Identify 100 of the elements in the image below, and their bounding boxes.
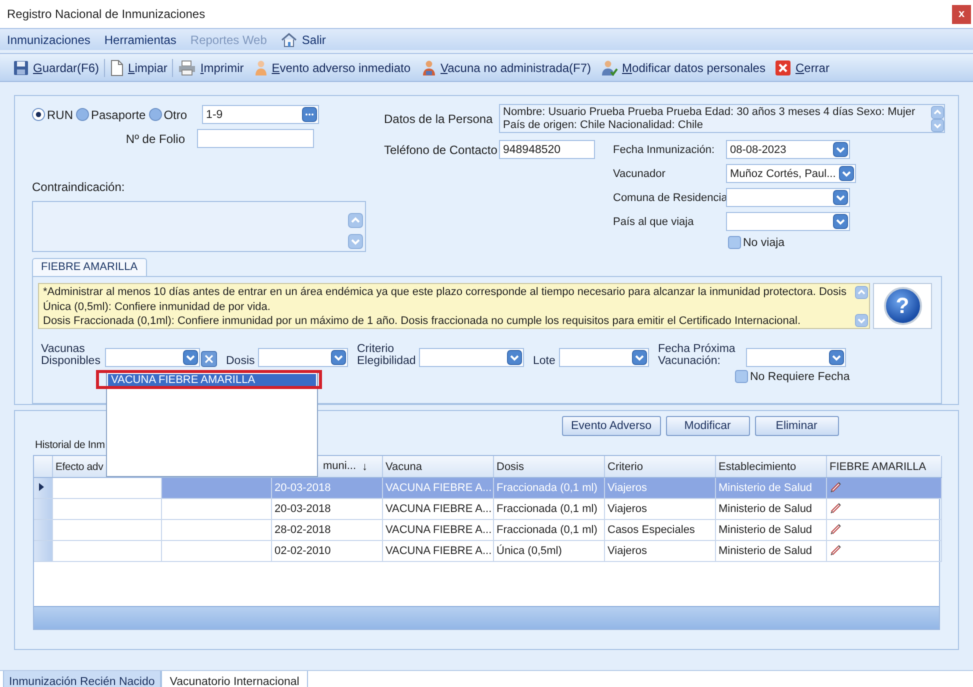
note-text: *Administrar al menos 10 días antes de entrar en un área endémica ya que este plazo corresponde al tiempo necesario para alcanzar la inmunidad protectora. Dosis Única (0,5ml): Confiere inmunidad de por vida. (43, 285, 848, 314)
dropdown-button[interactable] (183, 350, 198, 365)
table-cell: Casos Especiales (604, 520, 715, 540)
field-label: Nº de Folio (124, 132, 185, 146)
table-cell: Fraccionada (0,1 ml) (493, 520, 604, 540)
field-label: Fecha Inmunización: (613, 144, 716, 156)
column-header[interactable]: FIEBRE AMARILLA (826, 456, 941, 478)
toolbar-button[interactable]: Limpiar (105, 56, 172, 78)
sort-arrow[interactable]: ↓ (362, 461, 368, 473)
syringe-icon (830, 544, 842, 556)
radio-button[interactable] (148, 108, 162, 121)
dropdown-field[interactable]: 08-08-2023 (726, 140, 850, 159)
dropdown-field[interactable] (726, 188, 850, 207)
radio-label: RUN (47, 108, 73, 122)
dropdown-field[interactable] (105, 348, 200, 367)
menu-item[interactable]: Salir (280, 32, 326, 46)
syringe-icon (830, 480, 842, 492)
table-cell: 20-03-2018 (271, 478, 382, 498)
dropdown-button[interactable] (833, 214, 848, 229)
table-cell: Única (0,5ml) (493, 540, 604, 562)
table-cell: Viajeros (604, 540, 715, 562)
phone-field[interactable]: 948948520 (499, 140, 595, 159)
toolbar-button[interactable]: Imprimir (173, 56, 249, 78)
dropdown-button[interactable] (838, 166, 854, 181)
table-row[interactable]: 02-02-2010 VACUNA FIEBRE A... Única (0,5ml) Viajeros Ministerio de Salud (34, 540, 941, 562)
toolbar-button[interactable]: Evento adverso inmediato (248, 56, 416, 78)
column-header[interactable]: Criterio (604, 456, 715, 478)
table-cell: Ministerio de Salud (715, 498, 826, 520)
table-cell: VACUNA FIEBRE A... (382, 478, 493, 498)
field-label: Datos de la Persona (384, 112, 494, 126)
dropdown-field[interactable] (258, 348, 348, 367)
dropdown-button[interactable] (829, 350, 844, 365)
dropdown-field[interactable] (559, 348, 649, 367)
dropdown-field[interactable] (746, 348, 846, 367)
page-icon (110, 60, 124, 76)
column-header[interactable]: Dosis (493, 456, 604, 478)
table-cell: Ministerio de Salud (715, 478, 826, 498)
close-icon (775, 60, 792, 76)
field-label: Lote (533, 355, 556, 367)
dropdown-button[interactable] (331, 350, 346, 365)
section-label: Historial de Inm (35, 439, 105, 451)
syringe-icon (830, 502, 842, 514)
dropdown-button[interactable] (632, 350, 647, 365)
tab[interactable]: FIEBRE AMARILLA (32, 258, 147, 276)
checkbox-label: No viaja (743, 236, 785, 248)
dropdown-button[interactable] (833, 190, 848, 205)
menu-item[interactable]: Herramientas (104, 32, 176, 46)
table-cell: Fraccionada (0,1 ml) (493, 478, 604, 498)
column-header[interactable]: Vacuna (382, 456, 493, 478)
action-button[interactable]: Evento Adverso (562, 416, 661, 436)
column-header[interactable]: Establecimiento (715, 456, 826, 478)
house-icon (280, 32, 297, 46)
person-icon (254, 60, 268, 76)
printer-icon (178, 60, 196, 76)
table-cell: Ministerio de Salud (715, 540, 826, 562)
toolbar-button[interactable]: Cerrar (770, 56, 834, 78)
menu-item[interactable]: Inmunizaciones (7, 32, 90, 46)
radio-button[interactable] (76, 108, 89, 121)
table-row[interactable]: 28-02-2018 VACUNA FIEBRE A... Fraccionada (0,1 ml) Casos Especiales Ministerio de Salud (34, 520, 941, 540)
field-label: Vacunas Disponibles (41, 343, 102, 367)
dropdown-option[interactable]: VACUNA FIEBRE AMARILLA (108, 374, 316, 387)
field-label: Contraindicación: (32, 180, 125, 194)
dropdown-button[interactable] (833, 142, 848, 157)
checkbox[interactable] (735, 370, 748, 383)
table-cell: Fraccionada (0,1 ml) (493, 498, 604, 520)
note-text: Dosis Fraccionada (0,1ml): Confiere inmunidad por un máximo de 1 año. Dosis fraccionada no cumple los requisitos para emitir el Certificado Internacional. (43, 314, 802, 328)
toolbar-button[interactable]: Vacuna no administrada(F7) (416, 56, 596, 78)
dropdown-button[interactable] (507, 350, 522, 365)
table-cell: VACUNA FIEBRE A... (382, 540, 493, 562)
dropdown-field[interactable] (726, 212, 850, 231)
checkbox[interactable] (728, 236, 741, 249)
table-cell: Ministerio de Salud (715, 520, 826, 540)
person-check-icon (601, 60, 618, 76)
dropdown-field[interactable]: Muñoz Cortés, Paul... (726, 164, 856, 183)
person-icon (420, 60, 436, 76)
close-button[interactable]: x (952, 4, 971, 24)
browse-button[interactable] (302, 107, 318, 122)
table-cell: 28-02-2018 (271, 520, 382, 540)
table-cell: 20-03-2018 (271, 498, 382, 520)
run-field[interactable]: 1-9 (202, 105, 320, 124)
person-details-box: Nombre: Usuario Prueba Prueba Prueba Edad: 30 años 3 meses 4 días Sexo: Mujer País de origen: Chile Nacionalidad: Chile (499, 104, 945, 133)
table-cell: Viajeros (604, 478, 715, 498)
table-cell: VACUNA FIEBRE A... (382, 498, 493, 520)
toolbar-button[interactable]: Modificar datos personales (596, 56, 770, 78)
clear-button[interactable] (201, 351, 217, 367)
tab[interactable]: Vacunatorio Internacional (160, 671, 308, 687)
dropdown-field[interactable] (419, 348, 524, 367)
radio-button[interactable] (32, 108, 45, 121)
field-label: Criterio Elegibilidad (357, 343, 417, 367)
folio-field[interactable] (197, 129, 314, 148)
tab[interactable]: Inmunización Recién Nacido (3, 671, 161, 687)
syringe-icon (830, 522, 842, 534)
table-row[interactable]: 20-03-2018 VACUNA FIEBRE A... Fraccionada (0,1 ml) Viajeros Ministerio de Salud (34, 498, 941, 520)
action-button[interactable]: Eliminar (754, 416, 839, 436)
table-cell: Viajeros (604, 498, 715, 520)
toolbar-button[interactable]: Guardar(F6) (8, 56, 104, 78)
radio-label: Otro (164, 108, 188, 122)
field-label: Teléfono de Contacto (384, 142, 498, 156)
action-button[interactable]: Modificar (666, 416, 750, 436)
radio-label: Pasaporte (91, 108, 146, 122)
